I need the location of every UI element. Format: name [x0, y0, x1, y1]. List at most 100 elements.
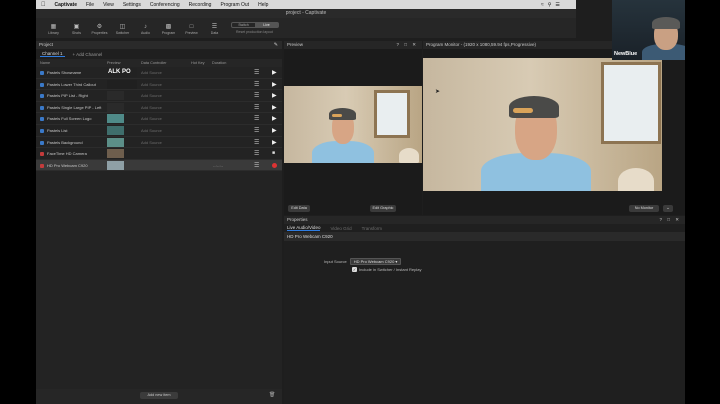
item-thumbnail [107, 149, 124, 159]
properties-header: Properties ? □ ✕ [284, 216, 685, 224]
include-switcher-checkbox[interactable]: ✓ [352, 267, 357, 272]
item-color-tag [40, 140, 44, 145]
item-data-controller[interactable]: Add Source [141, 82, 162, 87]
search-icon[interactable]: ⚲ [548, 2, 552, 8]
play-icon[interactable]: ▶ [272, 104, 277, 111]
item-data-controller[interactable]: Add Source [141, 105, 162, 110]
toolbar-preview[interactable]: □ Preview [180, 24, 203, 35]
toolbar-audio[interactable]: ♪ Audio [134, 24, 157, 35]
item-menu-icon[interactable]: ☰ [254, 81, 259, 88]
item-data-controller[interactable]: Add Source [141, 116, 162, 121]
item-data-controller[interactable]: Add Source [141, 140, 162, 145]
macos-menubar:  Captivate File View Settings Conferenc… [36, 0, 576, 9]
tab-video-grid[interactable]: Video Grid [330, 226, 351, 231]
play-icon[interactable]: ▶ [272, 81, 277, 88]
add-new-item-button[interactable]: Add new item [140, 392, 178, 399]
play-icon[interactable]: ▶ [272, 92, 277, 99]
program-video: ➤ [423, 58, 662, 191]
project-footer: Add new item 🗑 [36, 389, 282, 404]
apple-icon[interactable]:  [41, 2, 46, 8]
item-thumbnail: ALK PO [107, 68, 137, 77]
item-menu-icon[interactable]: ☰ [254, 92, 259, 99]
control-center-icon[interactable]: ☰ [555, 2, 559, 8]
reset-layout-link[interactable]: Reset production layout [236, 30, 273, 34]
col-preview[interactable]: Preview [107, 61, 121, 65]
list-item[interactable]: Pastels PIP List - Right Add Source ☰ ▶ [36, 90, 282, 102]
list-item[interactable]: HD Pro Webcam C920 --:--:-- ☰ [36, 159, 282, 172]
col-data[interactable]: Data Controller [141, 61, 167, 65]
monitor-select[interactable]: No Monitor [629, 205, 659, 212]
preview-header: Preview ? □ ✕ [284, 41, 422, 49]
live-option[interactable]: Live [255, 23, 278, 27]
presenter-webcam-overlay: NewBlue [612, 0, 685, 60]
menu-view[interactable]: View [103, 2, 114, 8]
menu-help[interactable]: Help [258, 2, 268, 8]
list-item[interactable]: Pastels List Add Source ☰ ▶ [36, 125, 282, 137]
wifi-icon[interactable]: ≈ [541, 2, 544, 8]
item-menu-icon[interactable]: ☰ [254, 69, 259, 76]
channel-tab[interactable]: Channel 1 [40, 51, 65, 57]
item-name: Pastels Background [47, 139, 83, 145]
play-icon[interactable]: ▶ [272, 69, 277, 76]
program-title: Program Monitor - (1920 x 1080,59.94 fps… [426, 42, 537, 47]
menu-app[interactable]: Captivate [55, 2, 78, 8]
tab-transform[interactable]: Transform [362, 226, 382, 231]
tab-live-audio-video[interactable]: Live Audio/Video [287, 225, 321, 231]
preview-controls-icon[interactable]: ? □ ✕ [397, 41, 419, 49]
edit-data-button[interactable]: Edit Data [288, 205, 310, 212]
toolbar-shots[interactable]: ▣ Shots [65, 24, 88, 35]
item-name: Pastels Single Large PIP - Left [47, 104, 102, 110]
record-icon[interactable] [272, 162, 277, 168]
item-menu-icon[interactable]: ☰ [254, 139, 259, 146]
menu-recording[interactable]: Recording [189, 2, 212, 8]
list-item[interactable]: FaceTime HD Camera ☰ ■ [36, 148, 282, 160]
item-color-tag [40, 128, 44, 133]
toolbar-properties[interactable]: ⚙ Properties [88, 24, 111, 35]
col-name[interactable]: Name [40, 61, 50, 65]
item-color-tag [40, 152, 44, 157]
input-source-select[interactable]: HD Pro Webcam C920 ▾ [349, 258, 402, 265]
list-item[interactable]: Pastels Lower Third Callout Add Source ☰… [36, 79, 282, 91]
play-icon[interactable]: ▶ [272, 115, 277, 122]
toolbar-switcher[interactable]: ◫ Switcher [111, 24, 134, 35]
item-menu-icon[interactable]: ☰ [254, 150, 259, 157]
menu-settings[interactable]: Settings [123, 2, 141, 8]
edit-graphic-button[interactable]: Edit Graphic [370, 205, 396, 212]
input-source-row: Input Source HD Pro Webcam C920 ▾ [324, 258, 402, 265]
list-item[interactable]: Pastels Background Add Source ☰ ▶ [36, 137, 282, 149]
item-thumbnail [107, 160, 124, 170]
switch-live-toggle[interactable]: Switch Live [231, 22, 279, 28]
add-channel-button[interactable]: + Add Channel [73, 52, 103, 57]
item-menu-icon[interactable]: ☰ [254, 127, 259, 134]
trash-icon[interactable]: 🗑 [269, 392, 275, 398]
toolbar-library[interactable]: ▦ Library [42, 24, 65, 35]
item-menu-icon[interactable]: ☰ [254, 115, 259, 122]
switch-option[interactable]: Switch [232, 23, 255, 27]
list-item[interactable]: Pastels Single Large PIP - Left Add Sour… [36, 102, 282, 114]
pin-icon[interactable]: ✎ [274, 41, 278, 49]
item-menu-icon[interactable]: ☰ [254, 162, 259, 169]
fullscreen-icon[interactable]: ↔ [663, 205, 673, 212]
toolbar-program[interactable]: ▩ Program [157, 24, 180, 35]
menu-program-out[interactable]: Program Out [220, 2, 249, 8]
menu-conferencing[interactable]: Conferencing [150, 2, 180, 8]
toolbar-data[interactable]: ☰ Data [203, 24, 226, 35]
list-item[interactable]: Pastels Showname ALK PO Add Source ☰ ▶ [36, 67, 282, 79]
audio-icon: ♪ [144, 24, 147, 30]
camera-icon[interactable]: ■ [272, 150, 275, 156]
col-hotkey[interactable]: Hot Key [191, 61, 205, 65]
play-icon[interactable]: ▶ [272, 139, 277, 146]
menubar-status: ≈ ⚲ ☰ [541, 0, 560, 9]
list-item[interactable]: Pastels Full Screen Logo Add Source ☰ ▶ [36, 113, 282, 125]
preview-title: Preview [287, 42, 304, 47]
item-data-controller[interactable]: Add Source [141, 70, 162, 75]
item-data-controller[interactable]: Add Source [141, 128, 162, 133]
program-monitor-panel: Program Monitor - (1920 x 1080,59.94 fps… [423, 41, 685, 215]
menu-file[interactable]: File [86, 2, 94, 8]
item-data-controller[interactable]: Add Source [141, 93, 162, 98]
include-switcher-row: ✓ Include in Switcher / Instant Replay [352, 267, 421, 272]
play-icon[interactable]: ▶ [272, 127, 277, 134]
col-duration[interactable]: Duration [212, 61, 226, 65]
properties-controls-icon[interactable]: ? □ ✕ [660, 216, 682, 224]
item-menu-icon[interactable]: ☰ [254, 104, 259, 111]
